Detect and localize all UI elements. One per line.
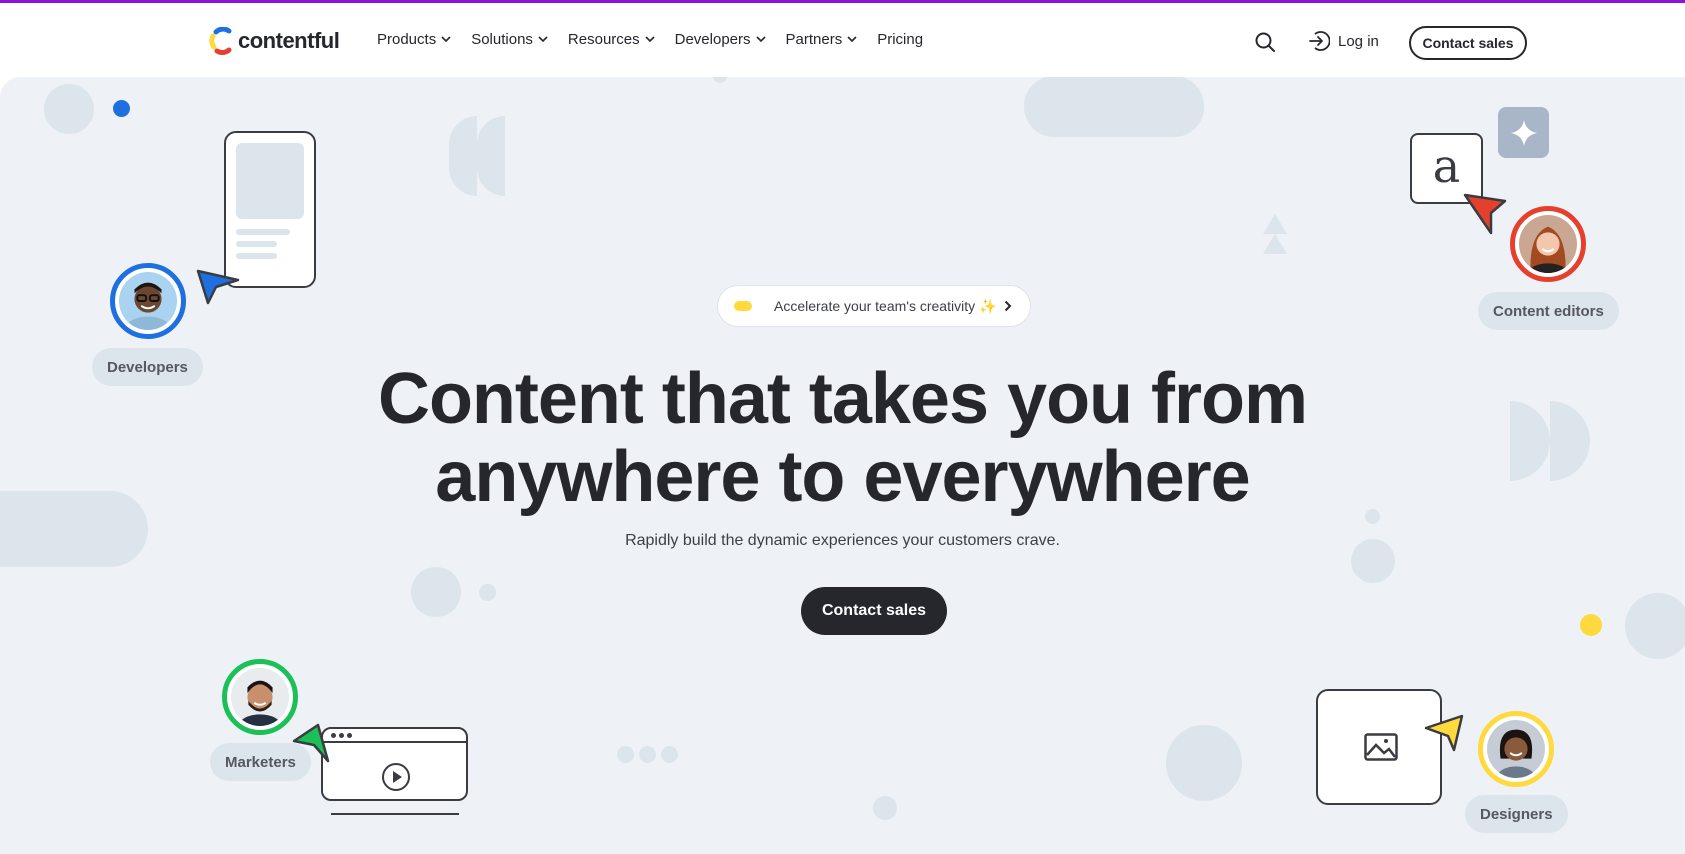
decor-dot bbox=[617, 746, 634, 763]
nav-label: Solutions bbox=[471, 31, 533, 48]
nav-label: Products bbox=[377, 31, 437, 48]
header-contact-sales-button[interactable]: Contact sales bbox=[1409, 26, 1527, 60]
decor-dot bbox=[479, 584, 496, 601]
content-editor-portrait bbox=[1519, 215, 1577, 273]
decor-dot-yellow bbox=[1580, 614, 1602, 636]
image-icon bbox=[1364, 733, 1398, 761]
developer-portrait bbox=[119, 272, 177, 330]
marketer-portrait bbox=[231, 668, 289, 726]
hero-title-line-1: Content that takes you from bbox=[377, 359, 1308, 439]
decor-circle bbox=[1166, 725, 1242, 801]
login-link[interactable]: Log in bbox=[1308, 30, 1379, 52]
persona-label-content-editors: Content editors bbox=[1478, 292, 1619, 330]
site-header: contentful Products Solutions Resources … bbox=[0, 3, 1685, 77]
cursor-yellow-icon bbox=[1424, 714, 1464, 752]
decor-pill bbox=[1024, 77, 1204, 137]
logo-mark-icon bbox=[209, 27, 232, 55]
nav-developers[interactable]: Developers bbox=[675, 31, 766, 48]
chevron-down-icon bbox=[645, 36, 655, 43]
editor-letter: a bbox=[1432, 138, 1461, 193]
nav-solutions[interactable]: Solutions bbox=[471, 31, 548, 48]
hero-title-line-2: anywhere to everywhere bbox=[435, 437, 1250, 517]
decor-dot bbox=[661, 746, 678, 763]
announcement-banner[interactable]: Accelerate your team's creativity ✨ bbox=[717, 285, 1031, 327]
decor-circle bbox=[1625, 593, 1685, 659]
chevron-down-icon bbox=[538, 36, 548, 43]
nav-partners[interactable]: Partners bbox=[786, 31, 858, 48]
decor-dot-blue bbox=[113, 100, 130, 117]
decor-circle bbox=[411, 567, 461, 617]
sparkle-icon bbox=[1510, 119, 1537, 146]
nav-label: Resources bbox=[567, 31, 640, 48]
persona-label-designers: Designers bbox=[1465, 795, 1568, 833]
hero-section: Developers a Content editors Marketers D… bbox=[0, 77, 1685, 854]
hero-title: Content that takes you from anywhere to … bbox=[0, 360, 1685, 516]
contentful-logo[interactable]: contentful bbox=[208, 27, 340, 55]
chevron-right-icon bbox=[1004, 300, 1012, 312]
avatar-content-editor bbox=[1510, 206, 1586, 282]
nav-label: Pricing bbox=[877, 31, 924, 48]
avatar-developer bbox=[110, 263, 186, 339]
designer-portrait bbox=[1487, 720, 1545, 778]
cursor-blue-icon bbox=[196, 269, 240, 305]
chevron-down-icon bbox=[441, 36, 451, 43]
nav-products[interactable]: Products bbox=[377, 31, 451, 48]
logo-text: contentful bbox=[238, 28, 340, 53]
search-icon[interactable] bbox=[1254, 31, 1276, 53]
cursor-green-icon bbox=[292, 723, 330, 763]
announcement-text: Accelerate your team's creativity ✨ bbox=[774, 297, 997, 314]
hero-subtitle: Rapidly build the dynamic experiences yo… bbox=[625, 532, 1060, 549]
nav-label: Partners bbox=[785, 31, 843, 48]
decor-half-circle bbox=[449, 116, 477, 196]
decor-half-circle bbox=[477, 116, 505, 196]
avatar-designer bbox=[1478, 711, 1554, 787]
login-label: Log in bbox=[1338, 32, 1379, 50]
decor-dot bbox=[873, 796, 897, 820]
chevron-down-icon bbox=[755, 36, 766, 43]
decor-triangles bbox=[1263, 214, 1287, 254]
decor-dot bbox=[639, 746, 656, 763]
cursor-red-icon bbox=[1463, 193, 1507, 235]
avatar-marketer bbox=[222, 659, 298, 735]
video-card-illustration bbox=[321, 727, 468, 815]
mobile-card-illustration bbox=[224, 131, 316, 288]
decor-circle bbox=[44, 84, 94, 134]
nav-pricing[interactable]: Pricing bbox=[877, 31, 923, 48]
nav-resources[interactable]: Resources bbox=[568, 31, 655, 48]
login-arrow-icon bbox=[1309, 31, 1330, 51]
ai-sparkle-badge bbox=[1498, 107, 1549, 158]
hero-contact-sales-button[interactable]: Contact sales bbox=[801, 587, 947, 635]
announcement-dot bbox=[734, 301, 752, 311]
main-nav: Products Solutions Resources Developers … bbox=[377, 31, 923, 48]
chevron-down-icon bbox=[847, 36, 857, 43]
decor-dot bbox=[713, 77, 727, 83]
play-icon bbox=[382, 763, 410, 791]
nav-label: Developers bbox=[674, 31, 751, 48]
